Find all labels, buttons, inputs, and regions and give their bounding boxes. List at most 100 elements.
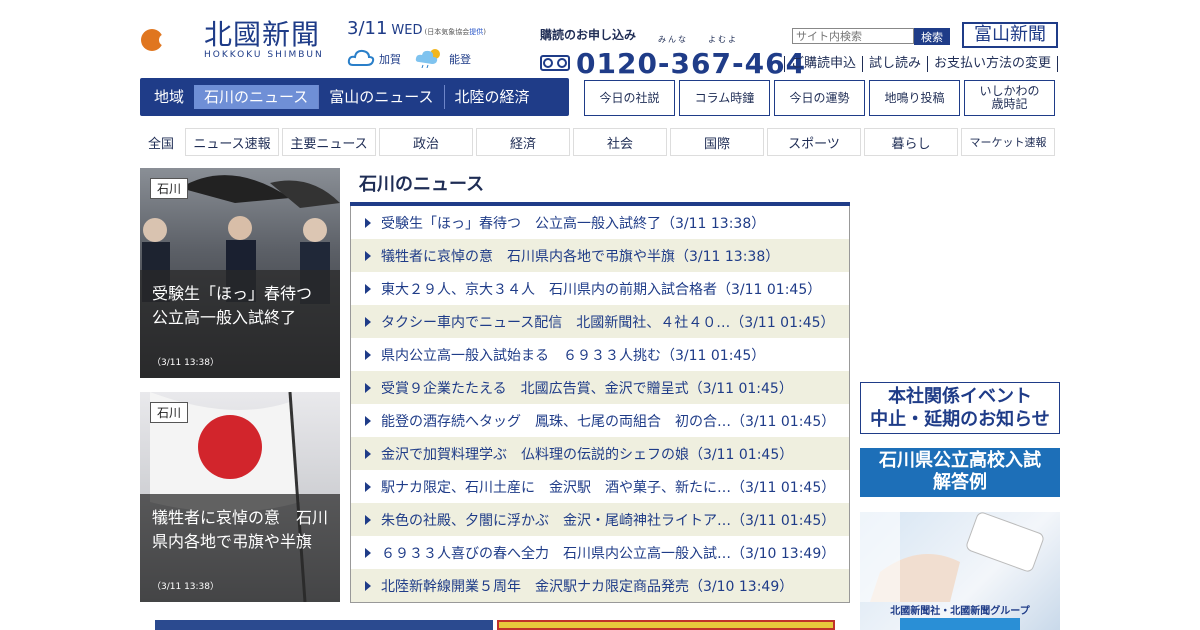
news-section-heading: 石川のニュース: [350, 172, 850, 206]
arrow-right-icon: [365, 382, 371, 393]
link-editorial[interactable]: 今日の社説: [584, 80, 675, 116]
link-trial[interactable]: 試し読み: [862, 56, 927, 72]
date-display: 3/11 WED (日本気象協会提供): [347, 18, 486, 39]
photo-card[interactable]: 石川 犠牲者に哀悼の意 石川県内各地で弔旗や半旗 （3/11 13:38）: [140, 392, 340, 602]
link-reader-posts[interactable]: 地鳴り投稿: [869, 80, 960, 116]
photo-card[interactable]: 石川 受験生「ほっ」春待つ 公立高一般入試終了 （3/11 13:38）: [140, 168, 340, 378]
arrow-right-icon: [365, 547, 371, 558]
search-input[interactable]: [792, 28, 914, 44]
news-item[interactable]: 能登の酒存続へタッグ 鳳珠、七尾の両組合 初の合…（3/11 01:45）: [351, 404, 849, 437]
tab-hokuriku-economy[interactable]: 北陸の経済: [445, 85, 540, 109]
site-logo[interactable]: 北國新聞 HOKKOKU SHIMBUN: [140, 16, 340, 66]
news-item[interactable]: 朱色の社殿、夕闇に浮かぶ 金沢・尾崎神社ライトア…（3/11 01:45）: [351, 503, 849, 536]
news-item[interactable]: 駅ナカ限定、石川土産に 金沢駅 酒や菓子、新たに…（3/11 01:45）: [351, 470, 849, 503]
cat-politics[interactable]: 政治: [379, 128, 473, 156]
cat-national-label: 全国: [147, 136, 174, 152]
site-search: 検索: [792, 28, 950, 45]
link-horoscope[interactable]: 今日の運勢: [774, 80, 865, 116]
tab-ishikawa-news[interactable]: 石川のニュース: [194, 85, 320, 109]
banner-line: 解答例: [933, 472, 987, 493]
page: 北國新聞 HOKKOKU SHIMBUN 3/11 WED (日本気象協会提供) 加…: [0, 0, 1200, 630]
arrow-right-icon: [365, 481, 371, 492]
cat-breaking-news[interactable]: ニュース速報: [185, 128, 279, 156]
weather-source-link[interactable]: 提供: [469, 28, 483, 36]
arrow-right-icon: [365, 514, 371, 525]
news-item[interactable]: 東大２９人、京大３４人 石川県内の前期入試合格者（3/11 01:45）: [351, 272, 849, 305]
phone-number[interactable]: 0120-367-464: [540, 47, 806, 80]
weather-noto[interactable]: 能登: [415, 46, 471, 71]
group-ad-heading-bar: [900, 618, 1020, 630]
cat-main-news[interactable]: 主要ニュース: [282, 128, 376, 156]
news-item-title: 駅ナカ限定、石川土産に 金沢駅 酒や菓子、新たに…（3/11 01:45）: [381, 479, 836, 496]
news-item[interactable]: ６９３３人喜びの春へ全力 石川県内公立高一般入試…（3/10 13:49）: [351, 536, 849, 569]
link-ishikawa-calendar[interactable]: いしかわの 歳時記: [964, 80, 1055, 116]
link-column[interactable]: コラム時鐘: [679, 80, 770, 116]
bottom-ad-1[interactable]: [155, 620, 493, 630]
quick-links: 今日の社説 コラム時鐘 今日の運勢 地鳴り投稿 いしかわの 歳時記: [584, 80, 1055, 116]
news-item-title: 金沢で加賀料理学ぶ 仏料理の伝説的シェフの娘（3/11 01:45）: [381, 446, 794, 463]
search-button[interactable]: 検索: [914, 28, 950, 45]
top-links: ご購読申込 試し読み お支払い方法の変更: [784, 56, 1059, 72]
logo-text: 北國新聞: [204, 18, 321, 51]
cloud-icon: [347, 47, 375, 70]
arrow-right-icon: [365, 448, 371, 459]
bottom-ad-2[interactable]: [497, 620, 835, 630]
weather-area-label: 能登: [449, 52, 471, 66]
news-item[interactable]: 犠牲者に哀悼の意 石川県内各地で弔旗や半旗（3/11 13:38）: [351, 239, 849, 272]
link-ishikawa-calendar-label: いしかわの 歳時記: [979, 84, 1040, 111]
arrow-right-icon: [365, 316, 371, 327]
event-notice-banner[interactable]: 本社関係イベント 中止・延期のお知らせ: [860, 382, 1060, 434]
news-item[interactable]: 県内公立高一般入試始まる ６９３３人挑む（3/11 01:45）: [351, 338, 849, 371]
news-item-title: 犠牲者に哀悼の意 石川県内各地で弔旗や半旗（3/11 13:38）: [381, 248, 780, 265]
category-nav: 全国 ニュース速報 主要ニュース 政治 経済 社会 国際 スポーツ 暮らし マー…: [140, 128, 1055, 156]
news-item[interactable]: タクシー車内でニュース配信 北國新聞社、４社４０…（3/11 01:45）: [351, 305, 849, 338]
news-item-title: 朱色の社殿、夕闇に浮かぶ 金沢・尾崎神社ライトア…（3/11 01:45）: [381, 512, 836, 529]
news-item-title: 能登の酒存続へタッグ 鳳珠、七尾の両組合 初の合…（3/11 01:45）: [381, 413, 836, 430]
cat-society[interactable]: 社会: [573, 128, 667, 156]
banner-line: 中止・延期のお知らせ: [870, 409, 1050, 430]
group-ad-text: 北國新聞社・北國新聞グループ: [890, 606, 1030, 617]
tab-toyama-news[interactable]: 富山のニュース: [319, 85, 445, 109]
cat-market[interactable]: マーケット速報: [961, 128, 1055, 156]
weather-forecast: 加賀 能登: [347, 46, 481, 71]
arrow-right-icon: [365, 250, 371, 261]
arrow-right-icon: [365, 349, 371, 360]
news-item[interactable]: 金沢で加賀料理学ぶ 仏料理の伝説的シェフの娘（3/11 01:45）: [351, 437, 849, 470]
news-list: 受験生「ほっ」春待つ 公立高一般入試終了（3/11 13:38） 犠牲者に哀悼の…: [350, 206, 850, 603]
news-item-title: タクシー車内でニュース配信 北國新聞社、４社４０…（3/11 01:45）: [381, 314, 835, 331]
news-item[interactable]: 北陸新幹線開業５周年 金沢駅ナカ限定商品発売（3/10 13:49）: [351, 569, 849, 602]
weather-kaga[interactable]: 加賀: [347, 47, 401, 70]
date-value: 3/11: [347, 18, 388, 39]
banner-line: 本社関係イベント: [888, 386, 1032, 407]
news-item-title: ６９３３人喜びの春へ全力 石川県内公立高一般入試…（3/10 13:49）: [381, 545, 836, 562]
subscription-block[interactable]: 購読のお申し込み みんな よむよ 0120-367-464: [540, 26, 806, 80]
sun-rain-icon: [415, 46, 445, 71]
arrow-right-icon: [365, 217, 371, 228]
news-item[interactable]: 受験生「ほっ」春待つ 公立高一般入試終了（3/11 13:38）: [351, 206, 849, 239]
toyama-shimbun-logo[interactable]: 富山新聞: [962, 22, 1058, 48]
free-dial-icon: [540, 47, 570, 80]
link-payment-change[interactable]: お支払い方法の変更: [927, 56, 1059, 72]
logo-subtitle: HOKKOKU SHIMBUN: [204, 50, 324, 60]
weekday: WED: [391, 23, 423, 38]
weather-source: (日本気象協会提供): [424, 28, 486, 36]
banner-line: 石川県公立高校入試: [879, 450, 1041, 471]
cat-living[interactable]: 暮らし: [864, 128, 958, 156]
arrow-right-icon: [365, 283, 371, 294]
news-item-title: 受験生「ほっ」春待つ 公立高一般入試終了（3/11 13:38）: [381, 215, 766, 232]
photo-time: （3/11 13:38）: [152, 358, 220, 368]
cat-international[interactable]: 国際: [670, 128, 764, 156]
region-tag: 石川: [150, 178, 189, 199]
exam-answers-banner[interactable]: 石川県公立高校入試 解答例: [860, 448, 1060, 497]
smartphone-hand-image: [860, 512, 1044, 602]
cat-economy[interactable]: 経済: [476, 128, 570, 156]
link-subscribe[interactable]: ご購読申込: [784, 56, 862, 72]
news-item-title: 東大２９人、京大３４人 石川県内の前期入試合格者（3/11 01:45）: [381, 281, 822, 298]
arrow-right-icon: [365, 580, 371, 591]
region-tag: 石川: [150, 402, 189, 423]
region-label: 地域: [154, 88, 185, 106]
group-ad-banner[interactable]: 北國新聞社・北國新聞グループ: [860, 512, 1060, 630]
region-nav: 地域 石川のニュース 富山のニュース 北陸の経済: [140, 78, 569, 116]
news-item[interactable]: 受賞９企業たたえる 北國広告賞、金沢で贈呈式（3/11 01:45）: [351, 371, 849, 404]
cat-sports[interactable]: スポーツ: [767, 128, 861, 156]
